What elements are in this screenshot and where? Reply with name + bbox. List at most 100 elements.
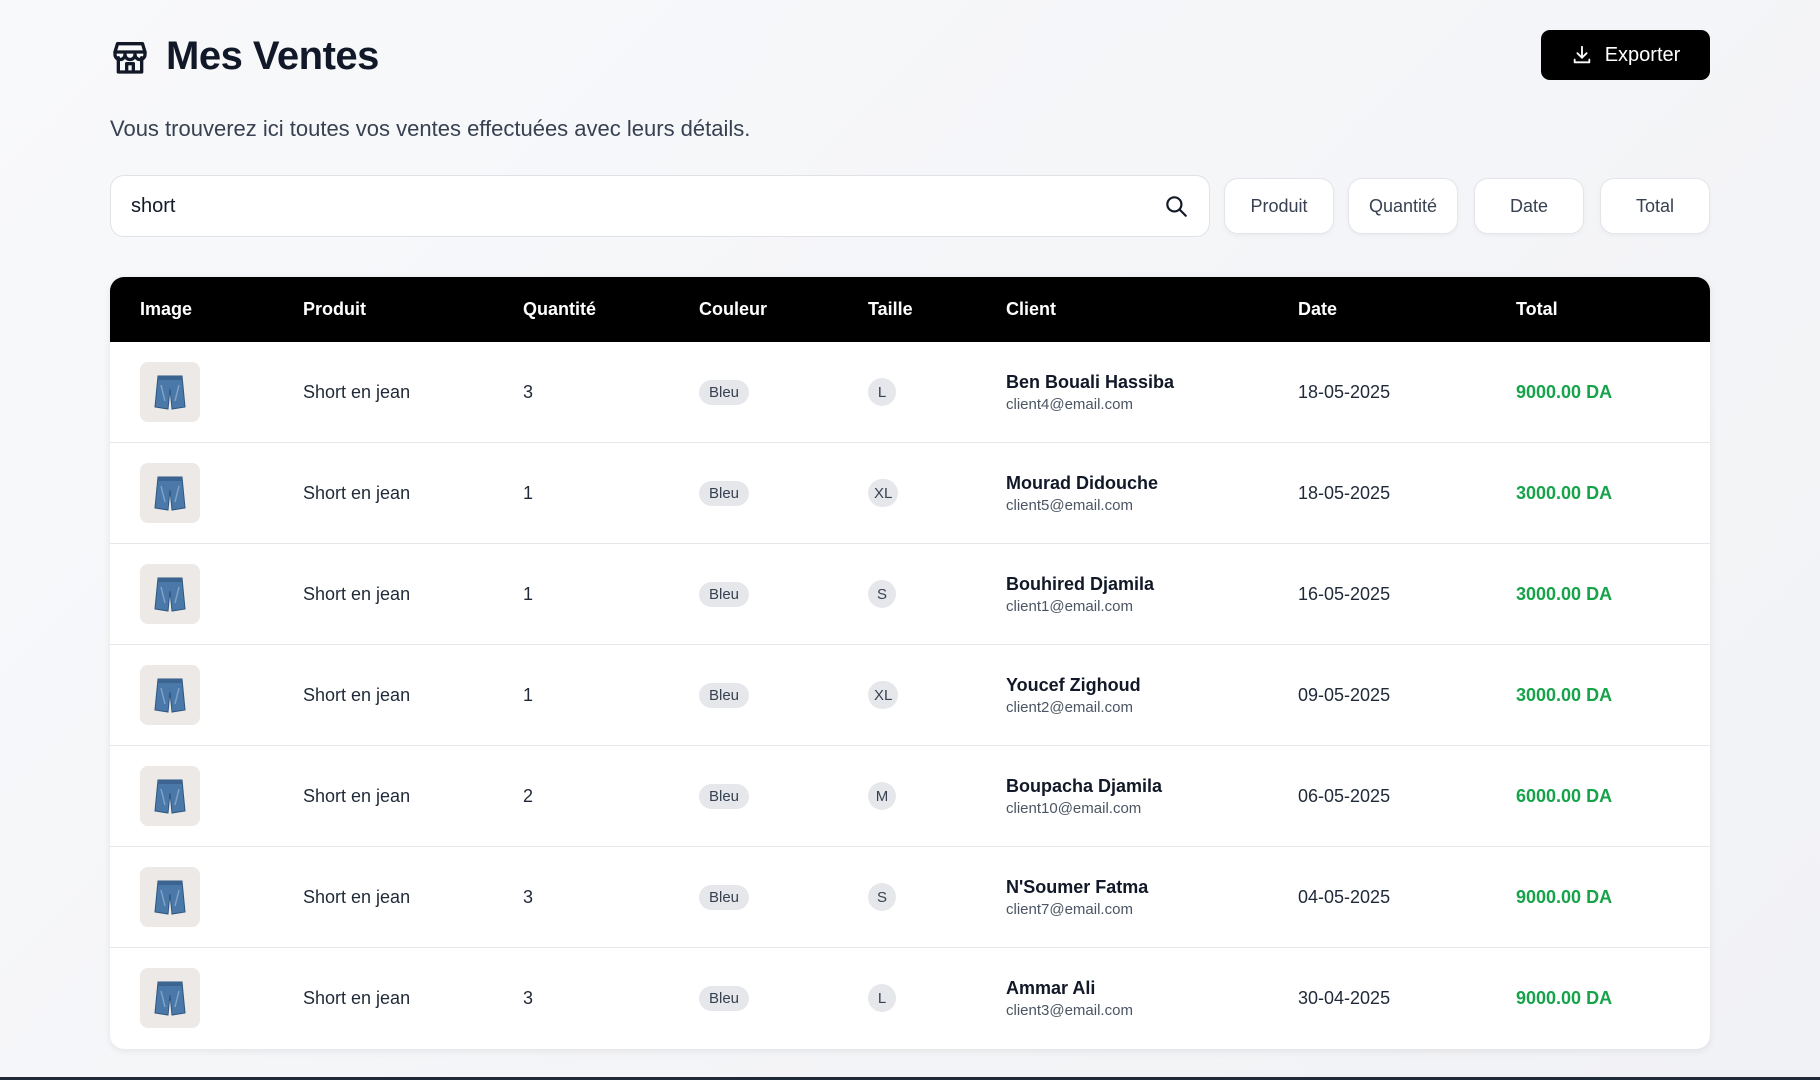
page-header: Mes Ventes Exporter: [110, 30, 1710, 82]
client-cell: Mourad Didouche client5@email.com: [1006, 443, 1158, 543]
client-email: client3@email.com: [1006, 1001, 1133, 1019]
table-row[interactable]: Short en jean 1 Bleu S Bouhired Djamila clien…: [110, 544, 1710, 645]
size-badge: L: [868, 984, 896, 1012]
product-name: Short en jean: [303, 583, 411, 604]
quantity: 3: [523, 381, 534, 402]
sale-total: 3000.00 DA: [1516, 684, 1613, 705]
product-thumbnail[interactable]: [140, 665, 200, 725]
search-icon[interactable]: [1163, 193, 1189, 219]
sort-button-total[interactable]: Total: [1600, 178, 1710, 234]
client-name: Youcef Zighoud: [1006, 674, 1141, 695]
denim-shorts-icon: [154, 880, 186, 915]
color-cell: Bleu: [699, 342, 750, 442]
denim-shorts-icon: [154, 779, 186, 814]
table-row[interactable]: Short en jean 3 Bleu L Ben Bouali Hassiba cli…: [110, 342, 1710, 443]
sale-date: 04-05-2025: [1298, 886, 1391, 907]
size-cell: S: [868, 847, 896, 947]
product-image-cell: [140, 948, 200, 1048]
export-button[interactable]: Exporter: [1541, 30, 1710, 80]
product-thumbnail[interactable]: [140, 867, 200, 927]
product-image-cell: [140, 645, 200, 745]
product-name: Short en jean: [303, 886, 411, 907]
sale-date: 16-05-2025: [1298, 583, 1391, 604]
color-badge: Bleu: [699, 682, 750, 708]
client-email: client7@email.com: [1006, 900, 1133, 918]
sale-date: 18-05-2025: [1298, 381, 1391, 402]
client-name: Mourad Didouche: [1006, 472, 1158, 493]
product-image-cell: [140, 443, 200, 543]
table-row[interactable]: Short en jean 3 Bleu L Ammar Ali client3@emai…: [110, 948, 1710, 1049]
sort-button-produit[interactable]: Produit: [1224, 178, 1334, 234]
color-badge: Bleu: [699, 985, 750, 1011]
client-cell: Youcef Zighoud client2@email.com: [1006, 645, 1141, 745]
client-name: N'Soumer Fatma: [1006, 876, 1149, 897]
download-icon: [1573, 45, 1590, 64]
sale-date: 18-05-2025: [1298, 482, 1391, 503]
sort-button-date[interactable]: Date: [1474, 178, 1584, 234]
column-header-couleur: Couleur: [699, 299, 768, 319]
denim-shorts-icon: [154, 476, 186, 511]
size-cell: XL: [868, 645, 899, 745]
sale-date: 06-05-2025: [1298, 785, 1391, 806]
sale-total: 9000.00 DA: [1516, 886, 1613, 907]
product-image-cell: [140, 746, 200, 846]
table-row[interactable]: Short en jean 3 Bleu S N'Soumer Fatma client7…: [110, 847, 1710, 948]
store-icon: [113, 41, 147, 74]
quantity: 3: [523, 886, 534, 907]
denim-shorts-icon: [154, 577, 186, 612]
sale-total: 3000.00 DA: [1516, 482, 1613, 503]
sale-date: 30-04-2025: [1298, 987, 1391, 1008]
sales-table: Image Produit Quantité Couleur Taille Cl…: [110, 277, 1710, 1049]
client-email: client1@email.com: [1006, 597, 1133, 615]
product-name: Short en jean: [303, 987, 411, 1008]
quantity: 1: [523, 684, 534, 705]
sale-total: 3000.00 DA: [1516, 583, 1613, 604]
table-header: Image Produit Quantité Couleur Taille Cl…: [110, 277, 1710, 342]
size-badge: S: [868, 883, 896, 911]
client-cell: N'Soumer Fatma client7@email.com: [1006, 847, 1148, 947]
product-thumbnail[interactable]: [140, 968, 200, 1028]
color-cell: Bleu: [699, 948, 750, 1048]
product-thumbnail[interactable]: [140, 564, 200, 624]
column-header-image: Image: [140, 299, 193, 319]
column-header-client: Client: [1006, 299, 1057, 319]
table-row[interactable]: Short en jean 2 Bleu M Boupacha Djamila clien…: [110, 746, 1710, 847]
product-image-cell: [140, 544, 200, 644]
column-header-date: Date: [1298, 299, 1338, 319]
color-cell: Bleu: [699, 443, 750, 543]
client-cell: Ben Bouali Hassiba client4@email.com: [1006, 342, 1174, 442]
product-image-cell: [140, 847, 200, 947]
search-input[interactable]: [131, 194, 1163, 218]
sale-total: 6000.00 DA: [1516, 785, 1613, 806]
client-name: Ben Bouali Hassiba: [1006, 371, 1175, 392]
color-badge: Bleu: [699, 581, 750, 607]
sort-button-quantite[interactable]: Quantité: [1348, 178, 1458, 234]
export-label: Exporter: [1604, 43, 1681, 66]
size-badge: S: [868, 580, 896, 608]
color-badge: Bleu: [699, 783, 750, 809]
color-cell: Bleu: [699, 847, 750, 947]
size-badge: L: [868, 378, 896, 406]
quantity: 1: [523, 482, 534, 503]
quantity: 1: [523, 583, 534, 604]
denim-shorts-icon: [154, 375, 186, 410]
table-row[interactable]: Short en jean 1 Bleu XL Youcef Zighoud client…: [110, 645, 1710, 746]
quantity: 2: [523, 785, 534, 806]
table-row[interactable]: Short en jean 1 Bleu XL Mourad Didouche clien…: [110, 443, 1710, 544]
page-title: Mes Ventes: [166, 34, 379, 78]
product-name: Short en jean: [303, 381, 411, 402]
size-cell: S: [868, 544, 896, 644]
denim-shorts-icon: [154, 678, 186, 713]
product-thumbnail[interactable]: [140, 463, 200, 523]
table-body: Short en jean 3 Bleu L Ben Bouali Hassiba cli…: [110, 342, 1710, 1049]
product-thumbnail[interactable]: [140, 362, 200, 422]
product-thumbnail[interactable]: [140, 766, 200, 826]
client-name: Bouhired Djamila: [1006, 573, 1155, 594]
product-name: Short en jean: [303, 785, 411, 806]
size-badge: XL: [868, 681, 899, 709]
product-name: Short en jean: [303, 482, 411, 503]
client-email: client4@email.com: [1006, 395, 1133, 413]
column-header-produit: Produit: [303, 299, 366, 319]
client-cell: Ammar Ali client3@email.com: [1006, 948, 1133, 1048]
color-badge: Bleu: [699, 884, 750, 910]
